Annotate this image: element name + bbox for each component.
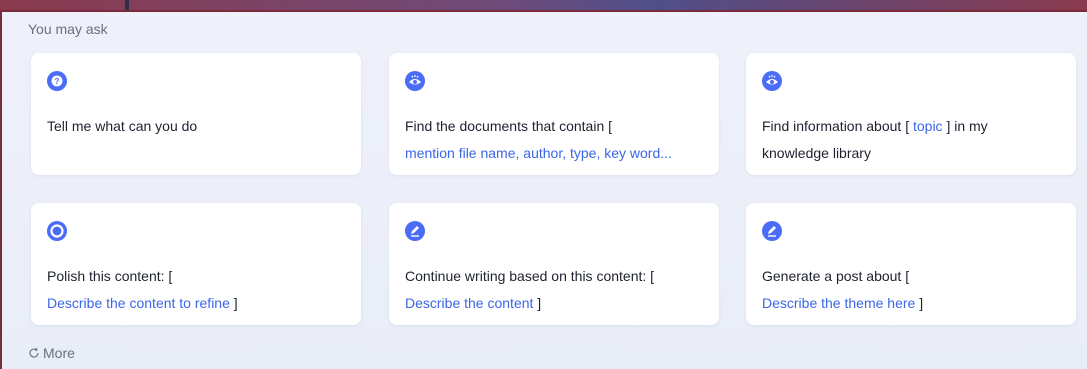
card-text-suffix: ]	[919, 295, 924, 311]
card-hint[interactable]: topic	[913, 118, 943, 134]
card-text-suffix: ]	[537, 295, 542, 311]
pen-icon	[405, 221, 425, 241]
card-text: Tell me what can you do	[47, 118, 198, 134]
refresh-icon	[28, 347, 40, 359]
suggestion-card-generate-post[interactable]: Generate a post about [ Describe the the…	[746, 203, 1076, 325]
suggestions-panel: You may ask ? Tell me what can you do Fi…	[0, 10, 1087, 369]
question-icon: ?	[47, 71, 67, 91]
card-text-suffix: ]	[233, 295, 238, 311]
svg-text:?: ?	[55, 77, 60, 86]
card-hint[interactable]: Describe the theme here	[762, 295, 915, 311]
suggestion-card-continue-writing[interactable]: Continue writing based on this content: …	[389, 203, 719, 325]
more-button[interactable]: More	[28, 345, 75, 361]
eye-search-icon	[762, 71, 782, 91]
panel-title: You may ask	[28, 21, 108, 37]
card-text: Polish this content: [	[47, 268, 173, 284]
card-text: Find the documents that contain [	[405, 118, 613, 134]
eye-search-icon	[405, 71, 425, 91]
suggestion-card-capabilities[interactable]: ? Tell me what can you do	[31, 53, 361, 175]
card-hint[interactable]: Describe the content to refine	[47, 295, 230, 311]
chat-bubble-icon	[47, 221, 67, 241]
card-text: Generate a post about [	[762, 268, 910, 284]
suggestion-card-find-documents[interactable]: Find the documents that contain [ mentio…	[389, 53, 719, 175]
pen-icon	[762, 221, 782, 241]
card-hint[interactable]: mention file name, author, type, key wor…	[405, 140, 705, 167]
suggestion-card-polish[interactable]: Polish this content: [ Describe the cont…	[31, 203, 361, 325]
suggestion-card-find-information[interactable]: Find information about [ topic ] in my k…	[746, 53, 1076, 175]
card-text: Find information about [	[762, 118, 910, 134]
card-hint[interactable]: Describe the content	[405, 295, 533, 311]
card-text: Continue writing based on this content: …	[405, 268, 655, 284]
more-label: More	[43, 345, 75, 361]
